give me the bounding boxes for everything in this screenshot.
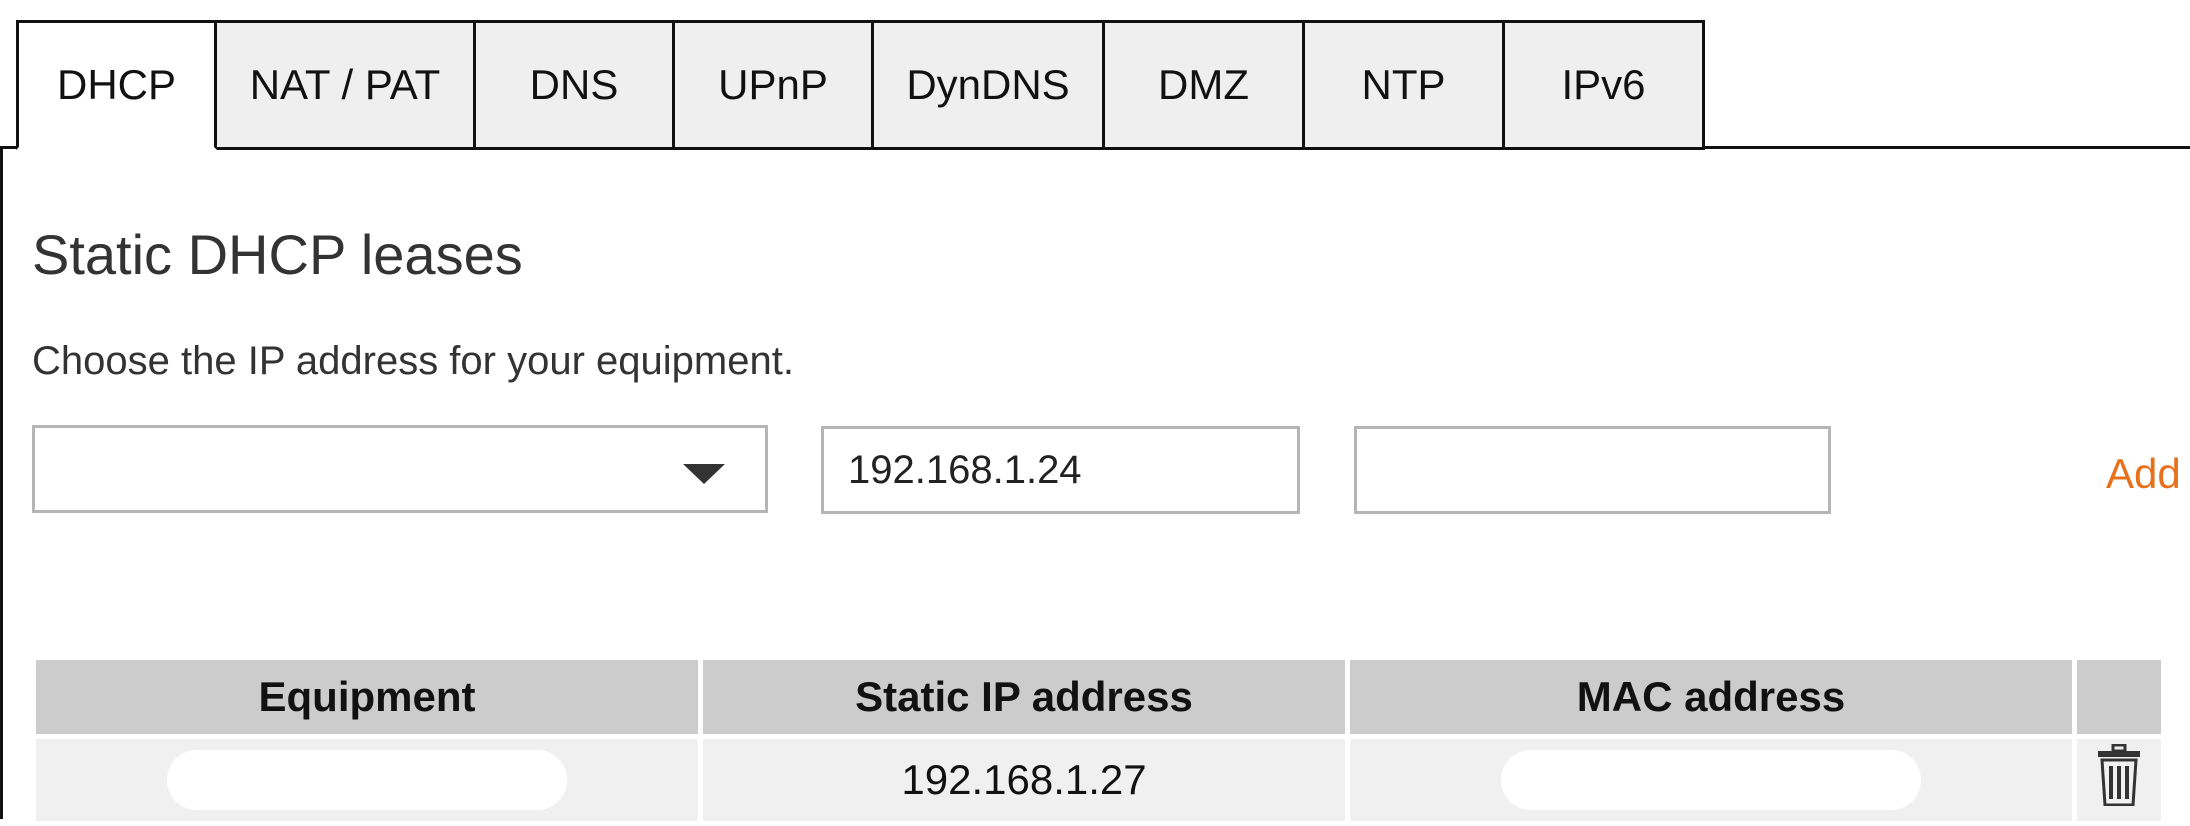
redacted-equipment-name (167, 750, 567, 810)
table-header-row: Equipment Static IP address MAC address (36, 660, 2161, 734)
tab-dyndns[interactable]: DynDNS (874, 20, 1105, 150)
tab-nat-pat[interactable]: NAT / PAT (217, 20, 476, 150)
section-description: Choose the IP address for your equipment… (32, 339, 794, 383)
equipment-select[interactable] (32, 425, 768, 513)
section-title: Static DHCP leases (32, 223, 523, 286)
column-header-mac: MAC address (1350, 660, 2072, 734)
cell-equipment (36, 739, 698, 821)
tab-ipv6[interactable]: IPv6 (1505, 20, 1705, 150)
tab-dns[interactable]: DNS (476, 20, 675, 150)
tab-baseline-right (1703, 146, 2190, 149)
tab-ntp[interactable]: NTP (1305, 20, 1505, 150)
static-ip-input[interactable] (821, 426, 1300, 514)
chevron-down-icon (683, 464, 725, 484)
tab-dhcp[interactable]: DHCP (16, 20, 217, 150)
static-leases-table: Equipment Static IP address MAC address … (31, 655, 2166, 826)
column-header-equipment: Equipment (36, 660, 698, 734)
column-header-static-ip: Static IP address (703, 660, 1345, 734)
tab-dmz[interactable]: DMZ (1105, 20, 1305, 150)
mac-address-input[interactable] (1354, 426, 1831, 514)
add-button[interactable]: Add (2106, 450, 2181, 498)
content-border (0, 146, 3, 819)
column-header-actions (2077, 660, 2161, 734)
cell-mac (1350, 739, 2072, 821)
tab-bar: DHCP NAT / PAT DNS UPnP DynDNS DMZ NTP I… (0, 0, 2190, 150)
trash-icon[interactable] (2096, 743, 2142, 816)
cell-delete (2077, 739, 2161, 821)
tab-upnp[interactable]: UPnP (675, 20, 874, 150)
redacted-mac-address (1501, 750, 1921, 810)
table-row: 192.168.1.27 (36, 739, 2161, 821)
cell-static-ip: 192.168.1.27 (703, 739, 1345, 821)
tabs: DHCP NAT / PAT DNS UPnP DynDNS DMZ NTP I… (16, 20, 1705, 150)
